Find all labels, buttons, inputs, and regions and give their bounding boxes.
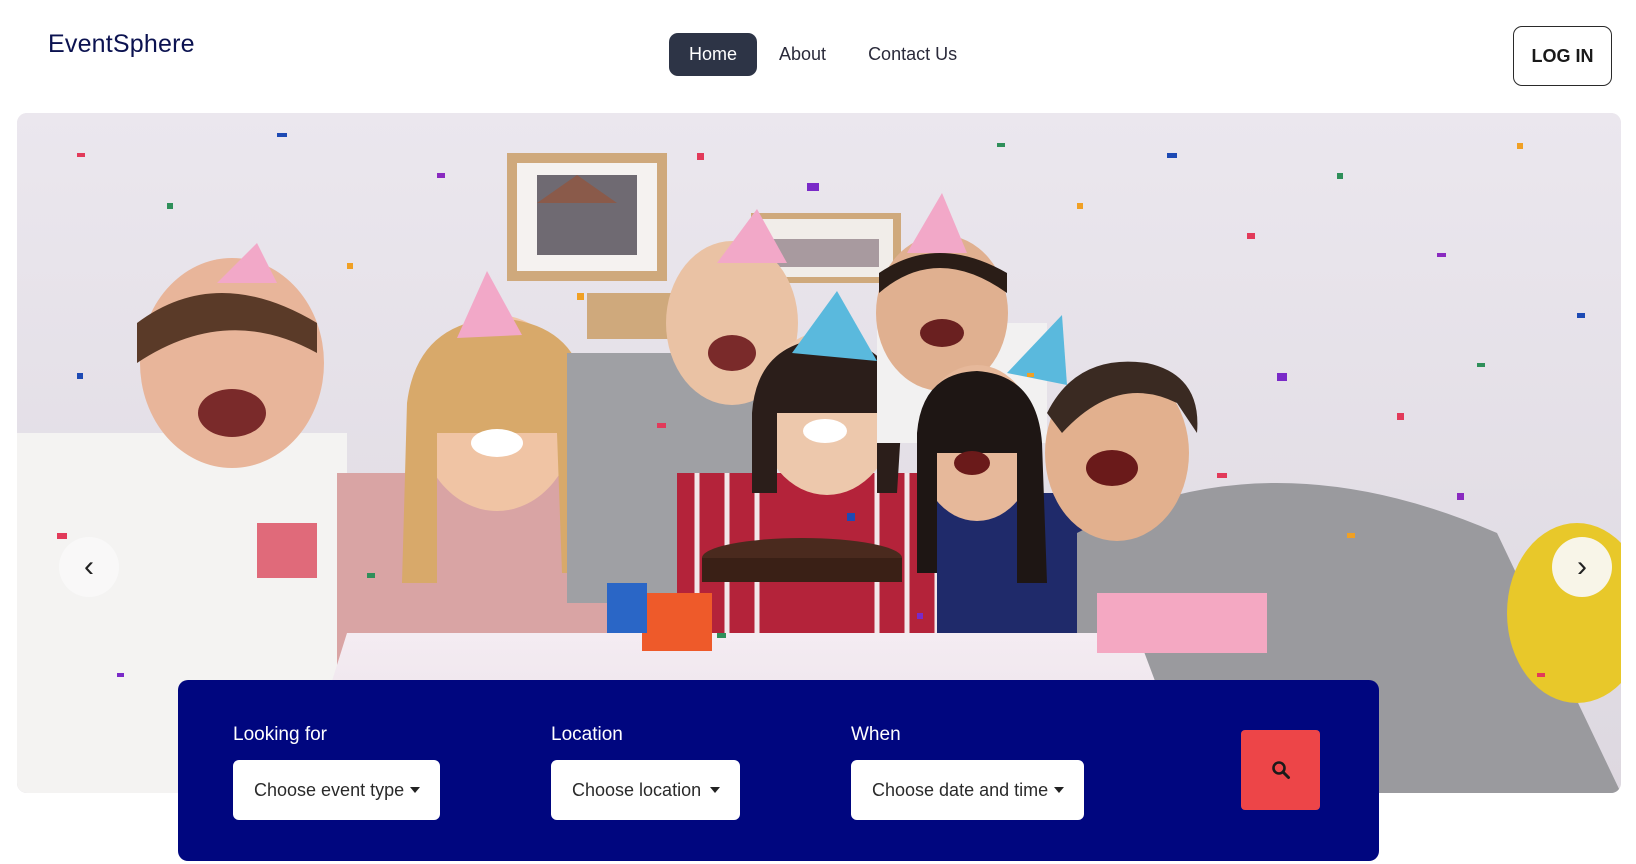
when-label: When [851,724,901,745]
nav-about[interactable]: About [759,33,846,76]
chevron-down-icon [410,787,420,793]
date-time-value: Choose date and time [872,779,1049,800]
search-button[interactable] [1241,730,1320,810]
chevron-down-icon [1054,787,1064,793]
date-time-select[interactable]: Choose date and time [851,760,1084,820]
chevron-down-icon [710,787,720,793]
search-panel: Looking for Choose event type Location C… [178,680,1379,861]
nav-contact-us[interactable]: Contact Us [848,33,977,76]
carousel-prev-button[interactable]: ‹ [59,537,119,597]
login-button[interactable]: LOG IN [1513,26,1612,86]
nav-home[interactable]: Home [669,33,758,76]
search-icon [1271,761,1290,779]
event-type-select[interactable]: Choose event type [233,760,440,820]
event-type-value: Choose event type [254,779,405,800]
main-nav: Home About Contact Us [669,33,979,76]
location-select[interactable]: Choose location [551,760,740,820]
location-label: Location [551,724,623,745]
location-value: Choose location [572,779,702,800]
event-type-label: Looking for [233,724,328,745]
brand-logo[interactable]: EventSphere [48,30,195,59]
page: EventSphere Home About Contact Us LOG IN [0,0,1636,864]
carousel-next-button[interactable]: › [1552,537,1612,597]
